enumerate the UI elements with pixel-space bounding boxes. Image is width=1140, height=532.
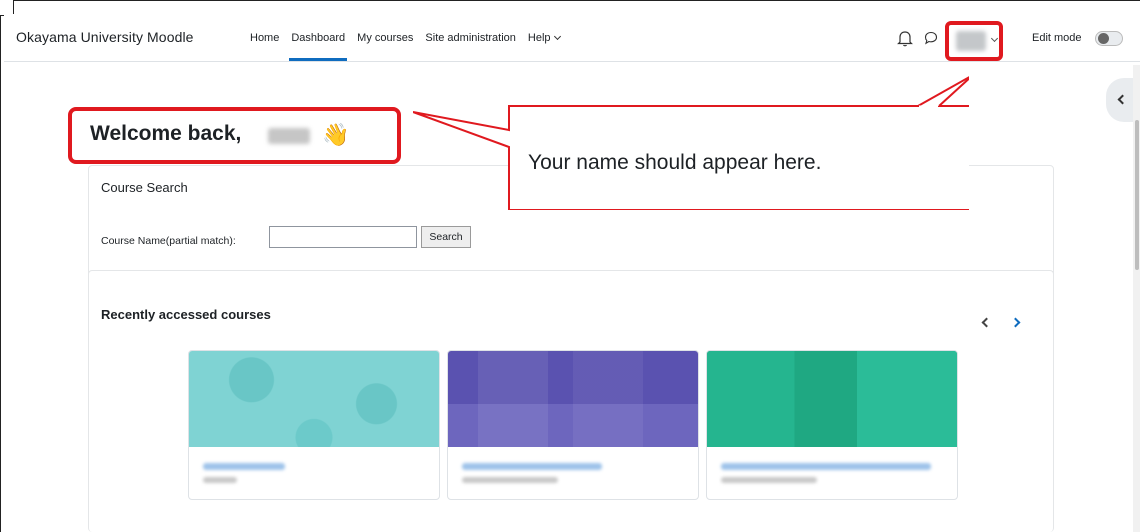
course-name-blurred[interactable] bbox=[721, 463, 931, 470]
annotation-text: Your name should appear here. bbox=[528, 151, 822, 174]
nav-dashboard[interactable]: Dashboard bbox=[285, 14, 351, 62]
recent-courses-block: Recently accessed courses bbox=[88, 270, 1054, 532]
course-name-blurred[interactable] bbox=[203, 463, 285, 470]
course-search-title: Course Search bbox=[101, 180, 188, 195]
course-category-blurred bbox=[203, 477, 237, 483]
nav-dashboard-label: Dashboard bbox=[291, 32, 346, 44]
chevron-down-icon[interactable] bbox=[990, 34, 999, 43]
course-card[interactable] bbox=[447, 350, 699, 500]
chat-icon[interactable] bbox=[924, 31, 938, 45]
waving-hand-icon: 👋 bbox=[322, 122, 350, 147]
course-name-label: Course Name(partial match): bbox=[101, 235, 236, 247]
previous-page-button[interactable] bbox=[975, 311, 997, 333]
site-brand[interactable]: Okayama University Moodle bbox=[16, 29, 194, 45]
course-name-input[interactable] bbox=[269, 226, 417, 248]
avatar[interactable] bbox=[956, 31, 986, 51]
edit-mode-toggle[interactable] bbox=[1095, 31, 1123, 46]
course-image[interactable] bbox=[707, 351, 957, 447]
next-page-button[interactable] bbox=[1004, 311, 1026, 333]
search-button[interactable]: Search bbox=[421, 226, 471, 248]
course-image[interactable] bbox=[448, 351, 698, 447]
course-category-blurred bbox=[462, 477, 558, 483]
course-category-blurred bbox=[721, 477, 817, 483]
nav-help-label: Help bbox=[527, 32, 551, 44]
course-name-blurred[interactable] bbox=[462, 463, 602, 470]
chevron-left-icon bbox=[1117, 94, 1128, 105]
recent-courses-title: Recently accessed courses bbox=[101, 307, 271, 322]
course-image[interactable] bbox=[189, 351, 439, 447]
course-card[interactable] bbox=[706, 350, 958, 500]
nav-home[interactable]: Home bbox=[244, 14, 285, 62]
nav-my-courses-label: My courses bbox=[357, 32, 414, 44]
speech-bubble-callout bbox=[413, 76, 969, 210]
chevron-left-icon bbox=[981, 317, 991, 327]
chevron-down-icon bbox=[553, 32, 561, 41]
nav-home-label: Home bbox=[250, 32, 280, 44]
toggle-knob bbox=[1098, 33, 1109, 44]
scrollbar-thumb[interactable] bbox=[1135, 120, 1139, 270]
nav-my-courses[interactable]: My courses bbox=[351, 14, 419, 62]
chevron-right-icon bbox=[1010, 317, 1020, 327]
user-name-blurred bbox=[268, 128, 310, 144]
edit-mode-label: Edit mode bbox=[1032, 32, 1082, 44]
nav-site-administration-label: Site administration bbox=[425, 32, 516, 44]
page-title: Welcome back, bbox=[90, 122, 242, 145]
welcome-highlight: Welcome back, 👋 bbox=[68, 107, 401, 164]
bell-icon[interactable] bbox=[897, 29, 913, 47]
course-card[interactable] bbox=[188, 350, 440, 500]
